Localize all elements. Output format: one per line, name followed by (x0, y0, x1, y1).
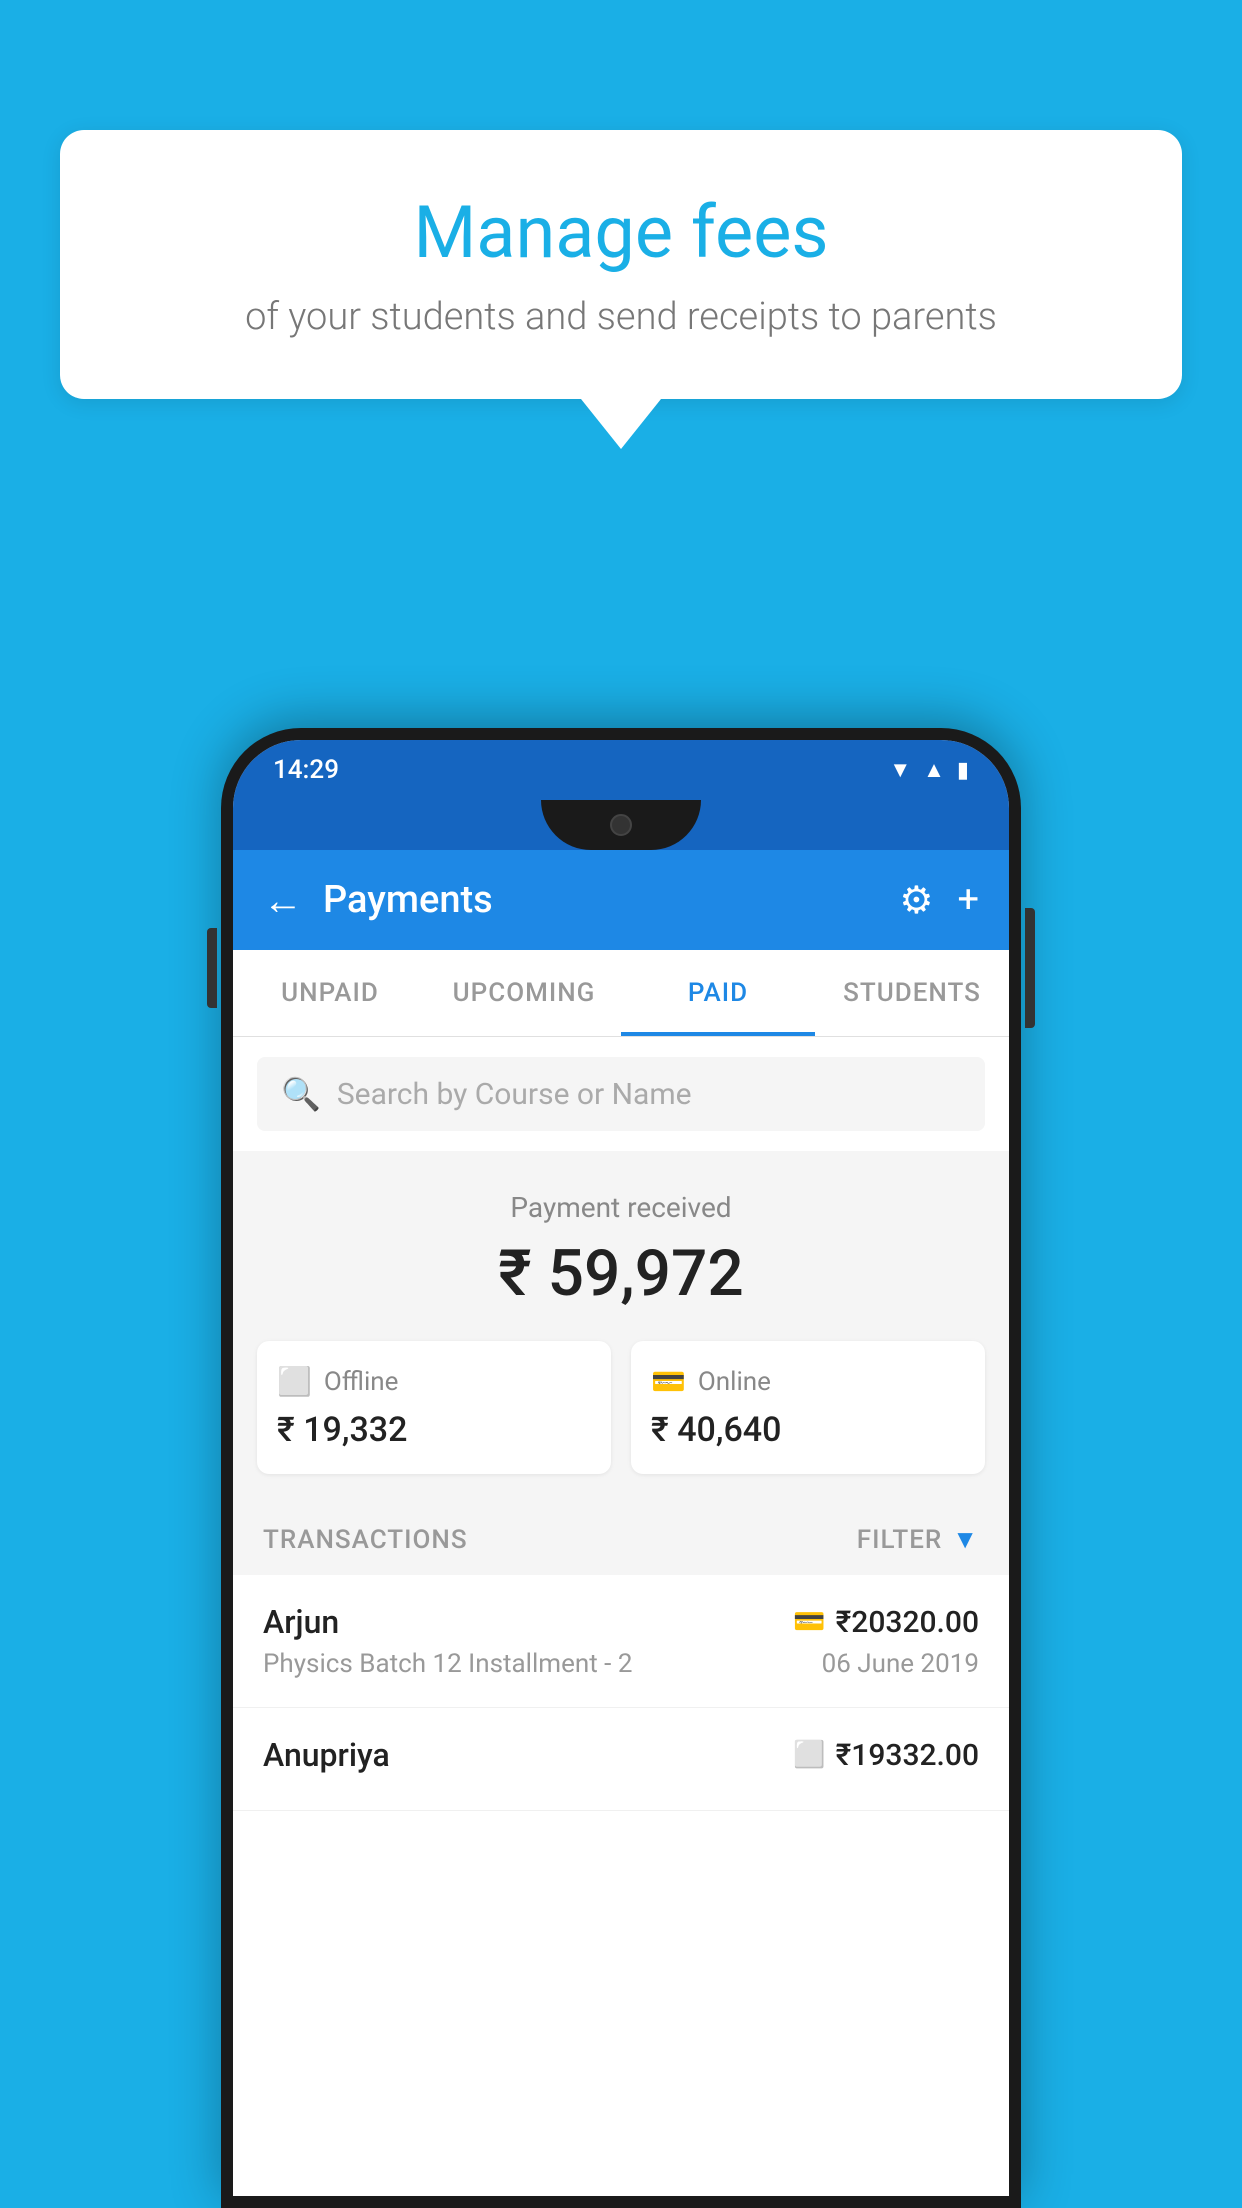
notch (541, 800, 701, 850)
plus-icon[interactable]: + (957, 878, 979, 922)
offline-card-header: ⬜ Offline (277, 1365, 591, 1398)
offline-payment-card: ⬜ Offline ₹ 19,332 (257, 1341, 611, 1474)
tab-unpaid[interactable]: UNPAID (233, 950, 427, 1036)
tab-paid[interactable]: PAID (621, 950, 815, 1036)
offline-amount: ₹ 19,332 (277, 1410, 591, 1450)
transaction-list: Arjun 💳 ₹20320.00 Physics Batch 12 Insta… (233, 1575, 1009, 2196)
online-label: Online (698, 1367, 771, 1397)
search-bar[interactable]: 🔍 Search by Course or Name (257, 1057, 985, 1131)
transaction-item-anupriya[interactable]: Anupriya ⬜ ₹19332.00 (233, 1708, 1009, 1811)
transaction-date: 06 June 2019 (822, 1649, 979, 1679)
payment-cards: ⬜ Offline ₹ 19,332 💳 Online ₹ 40,640 (257, 1341, 985, 1474)
transaction-row2: Physics Batch 12 Installment - 2 06 June… (263, 1649, 979, 1679)
speech-bubble: Manage fees of your students and send re… (60, 130, 1182, 399)
app-header: ← Payments ⚙ + (233, 850, 1009, 950)
search-input-placeholder[interactable]: Search by Course or Name (337, 1077, 692, 1112)
camera (610, 814, 632, 836)
status-bar: 14:29 ▼ ▲ ▮ (233, 740, 1009, 800)
online-card-header: 💳 Online (651, 1365, 965, 1398)
payment-received-label: Payment received (257, 1191, 985, 1224)
payment-type-icon-offline: ⬜ (793, 1740, 825, 1770)
status-time: 14:29 (273, 755, 339, 785)
header-actions: ⚙ + (899, 878, 979, 923)
filter-icon: ▼ (952, 1524, 979, 1555)
transaction-row1: Arjun 💳 ₹20320.00 (263, 1603, 979, 1641)
phone-screen: 14:29 ▼ ▲ ▮ ← Payments ⚙ + UNPAID UPC (233, 740, 1009, 2196)
search-icon: 🔍 (281, 1075, 321, 1113)
transaction-amount-anupriya: ₹19332.00 (836, 1738, 979, 1773)
online-payment-card: 💳 Online ₹ 40,640 (631, 1341, 985, 1474)
signal-icon: ▲ (923, 757, 945, 783)
offline-icon: ⬜ (277, 1365, 312, 1398)
tab-students[interactable]: STUDENTS (815, 950, 1009, 1036)
header-title: Payments (323, 878, 899, 922)
transaction-amount: ₹20320.00 (836, 1605, 979, 1640)
online-icon: 💳 (651, 1365, 686, 1398)
notch-area (233, 800, 1009, 850)
battery-icon: ▮ (957, 758, 969, 783)
payment-total-amount: ₹ 59,972 (257, 1236, 985, 1311)
filter-label: FILTER (857, 1525, 942, 1555)
gear-icon[interactable]: ⚙ (899, 878, 933, 923)
transaction-row1-anupriya: Anupriya ⬜ ₹19332.00 (263, 1736, 979, 1774)
transactions-header: TRANSACTIONS FILTER ▼ (233, 1504, 1009, 1575)
transaction-detail: Physics Batch 12 Installment - 2 (263, 1649, 632, 1679)
speech-bubble-arrow (581, 399, 661, 449)
payment-summary: Payment received ₹ 59,972 ⬜ Offline ₹ 19… (233, 1151, 1009, 1504)
transaction-name-anupriya: Anupriya (263, 1736, 390, 1774)
speech-bubble-title: Manage fees (140, 190, 1102, 275)
back-button[interactable]: ← (263, 877, 303, 924)
transaction-name: Arjun (263, 1603, 339, 1641)
transaction-item-arjun[interactable]: Arjun 💳 ₹20320.00 Physics Batch 12 Insta… (233, 1575, 1009, 1708)
transaction-amount-area-anupriya: ⬜ ₹19332.00 (793, 1738, 979, 1773)
speech-bubble-subtitle: of your students and send receipts to pa… (140, 295, 1102, 339)
speech-bubble-container: Manage fees of your students and send re… (60, 130, 1182, 449)
transactions-label: TRANSACTIONS (263, 1525, 468, 1555)
tab-upcoming[interactable]: UPCOMING (427, 950, 621, 1036)
wifi-icon: ▼ (889, 757, 911, 783)
status-icons: ▼ ▲ ▮ (889, 757, 969, 783)
transaction-amount-area: 💳 ₹20320.00 (793, 1605, 979, 1640)
search-bar-container: 🔍 Search by Course or Name (233, 1037, 1009, 1151)
tabs: UNPAID UPCOMING PAID STUDENTS (233, 950, 1009, 1037)
phone-frame: 14:29 ▼ ▲ ▮ ← Payments ⚙ + UNPAID UPC (221, 728, 1021, 2208)
online-amount: ₹ 40,640 (651, 1410, 965, 1450)
offline-label: Offline (324, 1367, 399, 1397)
payment-type-icon-online: 💳 (793, 1607, 825, 1637)
filter-button[interactable]: FILTER ▼ (857, 1524, 979, 1555)
